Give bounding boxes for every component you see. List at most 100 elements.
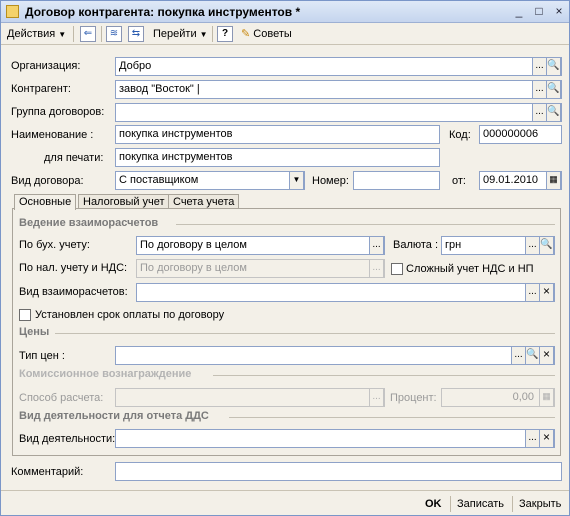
maximize-button[interactable]: □ — [531, 4, 547, 20]
toolbar-divider — [101, 26, 102, 42]
contract-type-value: С поставщиком — [119, 174, 199, 186]
currency-label: Валюта : — [393, 239, 439, 251]
ellipsis-button[interactable]: ... — [532, 81, 547, 98]
save-button[interactable]: Записать — [457, 496, 504, 512]
contract-type-label: Вид договора: — [11, 175, 84, 187]
counterparty-field[interactable]: завод "Восток" | ... 🔍 — [115, 80, 562, 99]
goto-menu[interactable]: Перейти ▼ — [153, 26, 208, 42]
commission-section-title: Комиссионное вознаграждение — [19, 368, 192, 380]
activity-type-label: Вид деятельности: — [19, 433, 116, 445]
clear-icon[interactable]: × — [539, 430, 554, 447]
search-icon[interactable]: 🔍 — [539, 237, 554, 254]
back-arrow-icon[interactable]: ⇐ — [80, 26, 96, 42]
chevron-down-icon: ▼ — [58, 30, 67, 39]
section-divider — [55, 333, 555, 334]
section-divider — [213, 375, 555, 376]
tab-main[interactable]: Основные — [14, 194, 77, 210]
print-name-label: для печати: — [44, 152, 104, 164]
currency-field[interactable]: грн ... 🔍 — [441, 236, 555, 255]
button-divider — [512, 496, 513, 512]
commission-percent-value: 0,00 — [512, 391, 534, 403]
window-title: Договор контрагента: покупка инструменто… — [25, 5, 301, 19]
comment-label: Комментарий: — [11, 466, 84, 478]
tax-vat-field: По договору в целом ... — [136, 259, 385, 278]
counterparty-value: завод "Восток" | — [119, 83, 200, 95]
search-icon[interactable]: 🔍 — [546, 81, 561, 98]
ellipsis-button[interactable]: ... — [525, 284, 540, 301]
clear-icon[interactable]: × — [539, 284, 554, 301]
section-divider — [176, 224, 555, 225]
accounting-value: По договору в целом — [140, 239, 247, 251]
actions-label: Действия — [7, 28, 56, 40]
tax-vat-label: По нал. учету и НДС: — [19, 262, 128, 274]
calculator-icon: ▦ — [539, 389, 554, 406]
bottom-bar: OK Записать Закрыть — [1, 490, 569, 515]
close-window-button[interactable]: × — [551, 4, 567, 20]
chevron-down-icon[interactable]: ▼ — [289, 172, 304, 189]
lightbulb-icon: ✎ — [241, 28, 251, 40]
date-input[interactable]: 09.01.2010 ▦ — [479, 171, 562, 190]
commission-method-field: ... — [115, 388, 385, 407]
accounting-field[interactable]: По договору в целом ... — [136, 236, 385, 255]
search-icon[interactable]: 🔍 — [546, 104, 561, 121]
code-label: Код: — [449, 129, 471, 141]
activity-type-field[interactable]: ... × — [115, 429, 555, 448]
ellipsis-button[interactable]: ... — [525, 237, 540, 254]
ellipsis-button[interactable]: ... — [511, 347, 526, 364]
toolbar-divider — [212, 26, 213, 42]
price-type-field[interactable]: ... 🔍 × — [115, 346, 555, 365]
settlements-section-title: Ведение взаиморасчетов — [19, 217, 159, 229]
minimize-button[interactable]: _ — [511, 4, 527, 20]
organization-value: Добро — [119, 60, 152, 72]
activity-section-title: Вид деятельности для отчета ДДС — [19, 410, 209, 422]
payment-term-checkbox[interactable] — [19, 309, 31, 321]
ok-button[interactable]: OK — [425, 496, 442, 512]
tips-button[interactable]: ✎ Советы — [241, 26, 292, 42]
calendar-icon[interactable]: ▦ — [546, 172, 561, 189]
goto-label: Перейти — [153, 28, 197, 40]
organization-field[interactable]: Добро ... 🔍 — [115, 57, 562, 76]
ellipsis-button[interactable]: ... — [525, 430, 540, 447]
actions-menu[interactable]: Действия ▼ — [7, 26, 66, 42]
complex-vat-label: Сложный учет НДС и НП — [406, 263, 534, 275]
document-icon — [6, 5, 19, 18]
number-input[interactable] — [353, 171, 440, 190]
payment-term-label: Установлен срок оплаты по договору — [35, 309, 225, 321]
commission-percent-field: 0,00 ▦ — [441, 388, 555, 407]
counterparty-label: Контрагент: — [11, 83, 71, 95]
accounting-label: По бух. учету: — [19, 239, 90, 251]
settlement-type-label: Вид взаиморасчетов: — [19, 286, 128, 298]
comment-input[interactable] — [115, 462, 562, 481]
ellipsis-button: ... — [369, 389, 384, 406]
chevron-down-icon: ▼ — [199, 30, 208, 39]
print-name-input[interactable]: покупка инструментов — [115, 148, 440, 167]
search-icon[interactable]: 🔍 — [525, 347, 540, 364]
prices-section-title: Цены — [19, 326, 50, 338]
complex-vat-checkbox[interactable] — [391, 263, 403, 275]
close-button[interactable]: Закрыть — [519, 496, 561, 512]
contract-type-select[interactable]: С поставщиком ▼ — [115, 171, 305, 190]
contract-group-field[interactable]: ... 🔍 — [115, 103, 562, 122]
ellipsis-button[interactable]: ... — [532, 58, 547, 75]
help-button[interactable]: ? — [217, 26, 233, 42]
name-label: Наименование : — [11, 129, 94, 141]
toolbar: Действия ▼ ⇐ ≋ ⇆ Перейти ▼ ? ✎ Советы — [1, 23, 569, 45]
organization-label: Организация: — [11, 60, 81, 72]
price-type-label: Тип цен : — [19, 350, 65, 362]
name-input[interactable]: покупка инструментов — [115, 125, 440, 144]
transfer-icon[interactable]: ⇆ — [128, 26, 144, 42]
button-divider — [450, 496, 451, 512]
code-input[interactable]: 000000006 — [479, 125, 562, 144]
clear-icon[interactable]: × — [539, 347, 554, 364]
date-value: 09.01.2010 — [483, 174, 539, 186]
toolbar-divider — [73, 26, 74, 42]
settlement-type-field[interactable]: ... × — [136, 283, 555, 302]
tips-label: Советы — [253, 28, 292, 40]
structure-icon[interactable]: ≋ — [106, 26, 122, 42]
tax-vat-value: По договору в целом — [140, 262, 247, 274]
ellipsis-button[interactable]: ... — [369, 237, 384, 254]
ellipsis-button[interactable]: ... — [532, 104, 547, 121]
currency-value: грн — [445, 239, 462, 251]
search-icon[interactable]: 🔍 — [546, 58, 561, 75]
number-label: Номер: — [312, 175, 349, 187]
